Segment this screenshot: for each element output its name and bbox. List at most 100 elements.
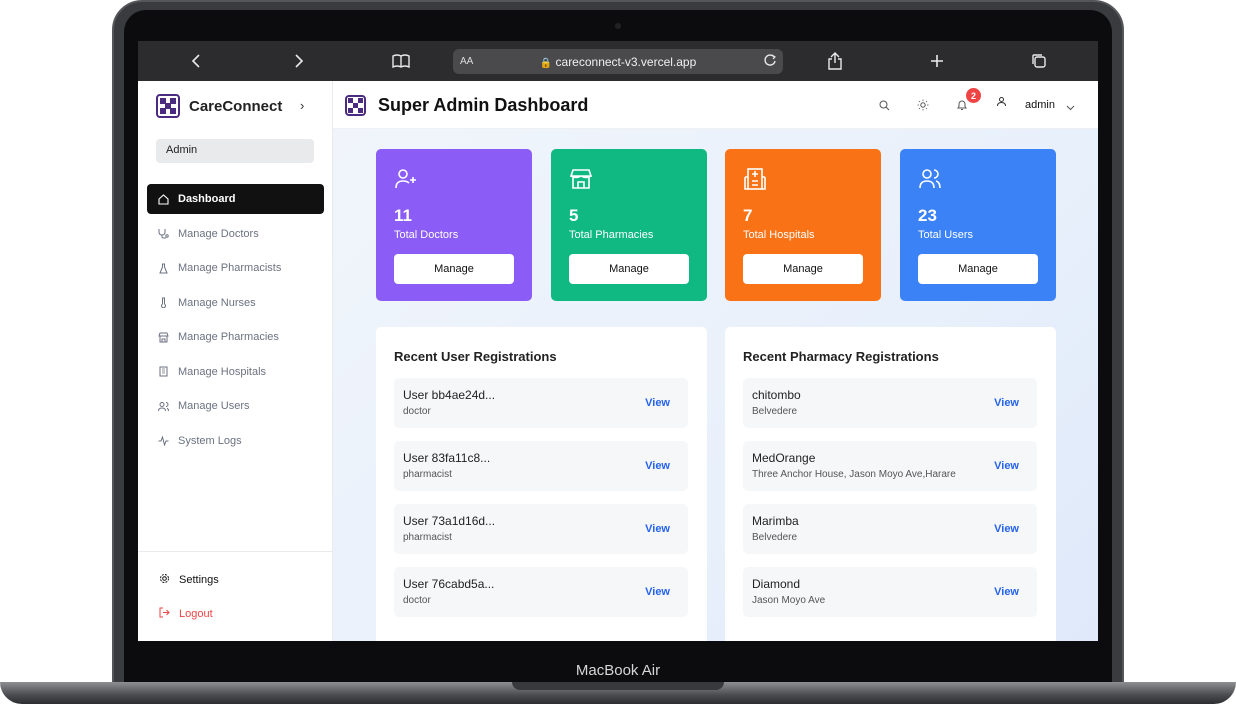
reload-icon[interactable] (763, 53, 777, 70)
collapse-chevron-icon[interactable]: › (300, 98, 304, 113)
new-tab-icon[interactable] (927, 51, 947, 71)
device-label: MacBook Air (575, 662, 661, 679)
pharmacy-address: Three Anchor House, Jason Moyo Ave,Harar… (752, 469, 956, 480)
stat-card-pharmacies: 5 Total Pharmacies Manage (551, 149, 707, 301)
view-link[interactable]: View (994, 397, 1019, 409)
sidebar-item-manage-hospitals[interactable]: Manage Hospitals (147, 357, 324, 387)
stat-label: Total Users (918, 229, 974, 241)
sidebar-footer: Settings Logout (138, 551, 332, 620)
user-role: pharmacist (403, 532, 452, 543)
sidebar-item-dashboard[interactable]: Dashboard (147, 184, 324, 214)
brand[interactable]: CareConnect (156, 94, 282, 118)
sidebar-item-manage-users[interactable]: Manage Users (147, 391, 324, 421)
stat-value: 11 (394, 206, 412, 225)
chevron-down-icon[interactable] (1066, 99, 1075, 117)
sidebar-item-label: Manage Hospitals (178, 365, 267, 378)
stat-label: Total Hospitals (743, 229, 815, 241)
settings-button[interactable]: Settings (159, 573, 219, 587)
browser-toolbar: AA 🔒 careconnect-v3.vercel.app (138, 41, 1098, 81)
user-name: User bb4ae24d... (403, 388, 496, 402)
manage-pharmacies-button[interactable]: Manage (569, 254, 689, 284)
list-item: chitombo Belvedere View (743, 378, 1037, 428)
user-role: pharmacist (403, 469, 452, 480)
user-role: doctor (403, 595, 431, 606)
sidebar-item-system-logs[interactable]: System Logs (147, 426, 324, 456)
logout-icon (159, 607, 170, 621)
manage-hospitals-button[interactable]: Manage (743, 254, 863, 284)
recent-pharmacies-panel: Recent Pharmacy Registrations chitombo B… (725, 327, 1056, 641)
sidebar-item-manage-doctors[interactable]: Manage Doctors (147, 219, 324, 249)
laptop-notch (512, 682, 724, 690)
pharmacy-name: MedOrange (752, 451, 816, 465)
gear-icon (159, 573, 170, 587)
sidebar-item-label: Manage Doctors (178, 227, 259, 240)
sidebar: CareConnect › Admin Dashboard Manage Doc… (138, 81, 333, 641)
stat-label: Total Doctors (394, 229, 459, 241)
top-header: Super Admin Dashboard 2 admin (333, 81, 1098, 129)
sidebar-nav: Dashboard Manage Doctors Manage Pharmaci… (147, 184, 324, 460)
pharmacy-address: Jason Moyo Ave (752, 595, 826, 606)
search-icon[interactable] (877, 98, 891, 112)
view-link[interactable]: View (994, 586, 1019, 598)
logout-label: Logout (179, 608, 213, 620)
back-icon[interactable] (186, 51, 206, 71)
user-plus-icon (394, 167, 418, 191)
theme-toggle-icon[interactable] (916, 98, 930, 112)
list-item: User 73a1d16d... pharmacist View (394, 504, 688, 554)
view-link[interactable]: View (645, 586, 670, 598)
user-icon[interactable] (994, 94, 1008, 108)
view-link[interactable]: View (645, 523, 670, 535)
url-text: careconnect-v3.vercel.app (555, 54, 697, 69)
list-item: Diamond Jason Moyo Ave View (743, 567, 1037, 617)
list-item: User 76cabd5a... doctor View (394, 567, 688, 617)
list-item: User 83fa11c8... pharmacist View (394, 441, 688, 491)
building-icon (158, 366, 169, 377)
role-label: Admin (156, 139, 314, 163)
tabs-overview-icon[interactable] (1029, 51, 1049, 71)
logout-button[interactable]: Logout (159, 607, 213, 621)
pharmacy-name: chitombo (752, 388, 801, 402)
text-size-button[interactable]: AA (460, 56, 473, 67)
users-icon (918, 167, 942, 191)
book-icon[interactable] (391, 51, 411, 71)
settings-label: Settings (179, 574, 219, 586)
share-icon[interactable] (825, 51, 845, 71)
flask-icon (158, 263, 169, 274)
stat-card-users: 23 Total Users Manage (900, 149, 1056, 301)
careconnect-logo-icon (345, 95, 366, 116)
pharmacy-address: Belvedere (752, 532, 798, 543)
sidebar-item-label: Manage Nurses (178, 296, 256, 309)
view-link[interactable]: View (645, 460, 670, 472)
thermometer-icon (158, 297, 169, 308)
stat-value: 7 (743, 206, 753, 225)
forward-icon[interactable] (289, 51, 309, 71)
view-link[interactable]: View (994, 523, 1019, 535)
sidebar-item-label: Dashboard (178, 193, 236, 205)
sidebar-item-label: Manage Users (178, 400, 250, 412)
user-name: User 76cabd5a... (403, 577, 495, 591)
pharmacy-address: Belvedere (752, 406, 798, 417)
sidebar-item-label: System Logs (178, 434, 242, 447)
stat-value: 23 (918, 206, 937, 225)
user-role: doctor (403, 406, 431, 417)
panel-title: Recent User Registrations (394, 349, 557, 364)
stat-card-doctors: 11 Total Doctors Manage (376, 149, 532, 301)
sidebar-item-manage-nurses[interactable]: Manage Nurses (147, 288, 324, 318)
url-bar[interactable]: AA 🔒 careconnect-v3.vercel.app (453, 49, 783, 74)
manage-users-button[interactable]: Manage (918, 254, 1038, 284)
view-link[interactable]: View (994, 460, 1019, 472)
main-content: 11 Total Doctors Manage 5 Total Pharmaci… (333, 129, 1098, 641)
users-icon (158, 401, 169, 412)
list-item: MedOrange Three Anchor House, Jason Moyo… (743, 441, 1037, 491)
screen: AA 🔒 careconnect-v3.vercel.app CareConne… (138, 41, 1098, 641)
sidebar-item-manage-pharmacists[interactable]: Manage Pharmacists (147, 253, 324, 283)
user-name: User 83fa11c8... (403, 451, 491, 465)
panel-title: Recent Pharmacy Registrations (743, 349, 939, 364)
pharmacy-name: Marimba (752, 514, 799, 528)
stat-value: 5 (569, 206, 579, 225)
manage-doctors-button[interactable]: Manage (394, 254, 514, 284)
view-link[interactable]: View (645, 397, 670, 409)
sidebar-item-manage-pharmacies[interactable]: Manage Pharmacies (147, 322, 324, 352)
lock-icon: 🔒 (539, 57, 553, 69)
user-menu-name[interactable]: admin (1025, 99, 1055, 111)
